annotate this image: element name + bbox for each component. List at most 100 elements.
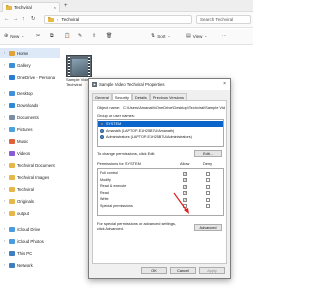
chevron-right-icon[interactable]: ›: [4, 251, 7, 255]
sort-label: Sort: [157, 33, 166, 39]
sidebar-item[interactable]: › This PC: [0, 248, 60, 258]
chevron-right-icon[interactable]: ›: [4, 127, 7, 131]
cut-icon[interactable]: ✂: [36, 33, 40, 39]
more-options-button[interactable]: ···: [222, 33, 227, 38]
dialog-tab[interactable]: Security: [111, 93, 132, 100]
sidebar-item-label: Downloads: [17, 102, 39, 108]
deny-checkbox[interactable]: [206, 191, 210, 196]
sidebar-item[interactable]: › iCloud Drive: [0, 224, 60, 234]
sidebar-item-label: Documents: [17, 114, 39, 120]
new-button[interactable]: ⊕ New ⌄: [4, 33, 24, 39]
sidebar-item-label: Originals: [17, 198, 34, 204]
deny-checkbox[interactable]: [206, 204, 210, 209]
sidebar-item[interactable]: › Downloads: [0, 100, 60, 110]
advanced-button[interactable]: Advanced: [194, 224, 222, 231]
allow-checkbox[interactable]: ✓: [183, 171, 187, 176]
dialog-tab[interactable]: Previous Versions: [149, 93, 187, 100]
sidebar-item-label: Desktop: [17, 90, 33, 96]
permission-row: Full control ✓: [98, 171, 223, 177]
chevron-right-icon[interactable]: ›: [4, 163, 7, 167]
chevron-right-icon[interactable]: ›: [4, 263, 7, 267]
allow-checkbox[interactable]: ✓: [183, 178, 187, 183]
dialog-tab[interactable]: General: [92, 93, 112, 100]
ok-button[interactable]: OK: [141, 267, 167, 274]
dialog-tab[interactable]: Details: [131, 93, 150, 100]
allow-checkbox[interactable]: ✓: [183, 197, 187, 202]
edit-button[interactable]: Edit...: [194, 150, 222, 157]
cancel-button[interactable]: Cancel: [170, 267, 196, 274]
chevron-right-icon[interactable]: ›: [4, 199, 7, 203]
sidebar-item[interactable]: › OneDrive - Persona: [0, 72, 60, 82]
sidebar-item[interactable]: › iCloud Photos: [0, 236, 60, 246]
sidebar-item-label: This PC: [17, 250, 33, 256]
sidebar-item-label: OneDrive - Persona: [17, 74, 55, 80]
sidebar-item[interactable]: › Originals: [0, 196, 60, 206]
chevron-right-icon[interactable]: ›: [4, 187, 7, 191]
user-list-item[interactable]: SYSTEM: [98, 121, 223, 127]
user-list-item[interactable]: Administrators (LAPTOP-E1H25B7U\Administ…: [98, 134, 223, 140]
home-icon: [9, 50, 15, 56]
chevron-right-icon[interactable]: ›: [4, 239, 7, 243]
users-list[interactable]: SYSTEM Amanath (LAPTOP-E1H25B7U\Amanath) A…: [97, 119, 224, 147]
deny-checkbox[interactable]: [206, 178, 210, 183]
paste-icon[interactable]: 📋: [64, 33, 70, 39]
video-icon: [9, 150, 15, 156]
sidebar-item[interactable]: › Techviral Images: [0, 172, 60, 182]
permission-name: Read & execute: [100, 184, 127, 188]
address-bar[interactable]: › Techviral: [44, 15, 192, 24]
sidebar-item[interactable]: › Gallery: [0, 60, 60, 70]
chevron-right-icon[interactable]: ›: [4, 115, 7, 119]
apply-button[interactable]: Apply: [199, 267, 225, 274]
sidebar-item-label: iCloud Photos: [17, 238, 44, 244]
share-icon[interactable]: ⇪: [92, 33, 96, 39]
back-arrow-icon[interactable]: ←: [4, 16, 10, 23]
sidebar-item[interactable]: › Techviral: [0, 184, 60, 194]
sidebar-item[interactable]: › Home: [0, 48, 60, 58]
allow-checkbox[interactable]: [183, 204, 187, 209]
delete-icon[interactable]: 🗑: [106, 33, 112, 39]
chevron-right-icon[interactable]: ›: [4, 75, 7, 79]
rename-icon[interactable]: ✎: [78, 33, 82, 39]
object-name-label: Object name:: [97, 105, 121, 110]
allow-checkbox[interactable]: ✓: [183, 184, 187, 189]
folder-icon: [48, 17, 54, 22]
sidebar-item[interactable]: › output: [0, 208, 60, 218]
new-tab-button[interactable]: +: [64, 3, 68, 9]
sidebar-item[interactable]: › Network: [0, 260, 60, 270]
chevron-down-icon: ⌄: [21, 34, 25, 38]
copy-icon[interactable]: ⧉: [50, 33, 54, 39]
view-button[interactable]: ▤ View ⌄: [186, 33, 207, 39]
tab-techviral[interactable]: Techviral ×: [2, 2, 60, 12]
deny-checkbox[interactable]: [206, 197, 210, 202]
user-list-item[interactable]: Amanath (LAPTOP-E1H25B7U\Amanath): [98, 128, 223, 134]
close-tab-icon[interactable]: ×: [54, 5, 56, 10]
deny-checkbox[interactable]: [206, 184, 210, 189]
deny-checkbox[interactable]: [206, 171, 210, 176]
chevron-right-icon[interactable]: ›: [4, 211, 7, 215]
close-dialog-icon[interactable]: ×: [223, 81, 226, 87]
search-input[interactable]: Search Techviral: [196, 15, 251, 24]
chevron-right-icon[interactable]: ›: [4, 103, 7, 107]
sidebar-item[interactable]: › Desktop: [0, 88, 60, 98]
sort-button[interactable]: ⇅ Sort ⌄: [151, 33, 170, 39]
chevron-right-icon[interactable]: ›: [4, 139, 7, 143]
chevron-right-icon[interactable]: ›: [4, 151, 7, 155]
chevron-right-icon[interactable]: ›: [4, 227, 7, 231]
sidebar-item[interactable]: › Documents: [0, 112, 60, 122]
chevron-right-icon[interactable]: ›: [4, 51, 7, 55]
chevron-right-icon[interactable]: ›: [4, 91, 7, 95]
forward-arrow-icon[interactable]: →: [13, 16, 19, 23]
refresh-icon[interactable]: ↻: [31, 16, 36, 23]
chevron-right-icon[interactable]: ›: [4, 175, 7, 179]
sidebar-item[interactable]: › Pictures: [0, 124, 60, 134]
chevron-right-icon[interactable]: ›: [4, 63, 7, 67]
allow-checkbox[interactable]: ✓: [183, 191, 187, 196]
sidebar-item-label: Techviral: [17, 186, 34, 192]
breadcrumb[interactable]: Techviral: [61, 17, 79, 22]
sidebar-item[interactable]: › Techviral Document: [0, 160, 60, 170]
sidebar-item[interactable]: › Videos: [0, 148, 60, 158]
up-arrow-icon[interactable]: ↑: [22, 16, 25, 23]
permissions-list: Full control ✓ Modify ✓ Read & execute ✓ Read ✓…: [97, 168, 224, 216]
sidebar-item-label: Gallery: [17, 62, 31, 68]
sidebar-item[interactable]: › Music: [0, 136, 60, 146]
